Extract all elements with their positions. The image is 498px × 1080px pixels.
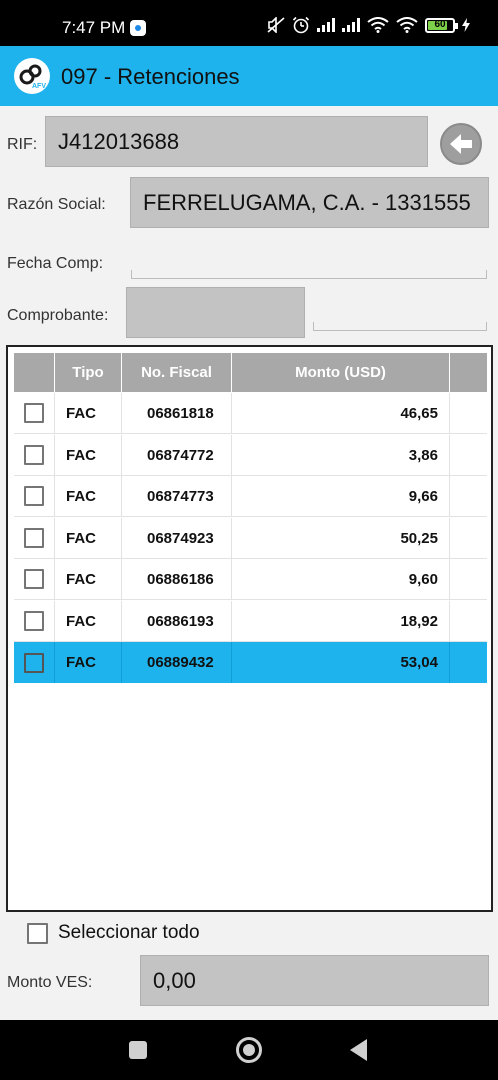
table-row-selected[interactable]: FAC 06889432 53,04 [14,642,487,683]
monto-ves-field[interactable]: 0,00 [140,955,489,1006]
select-all-label: Seleccionar todo [58,922,200,943]
row-checkbox[interactable] [24,528,44,548]
row-fiscal: 06874773 [122,476,232,516]
row-monto: 9,60 [232,559,450,599]
table-header: Tipo No. Fiscal Monto (USD) [14,353,487,392]
row-tipo: FAC [55,435,122,475]
battery-icon: 60 [425,17,458,33]
table-row[interactable]: FAC 06874773 9,66 [14,476,487,517]
fecha-comp-label: Fecha Comp: [7,255,104,272]
charging-icon [462,18,470,32]
row-tipo: FAC [55,601,122,641]
mute-icon [267,17,285,33]
row-checkbox[interactable] [24,569,44,589]
row-fiscal: 06886186 [122,559,232,599]
row-tipo: FAC [55,642,122,683]
row-monto: 46,65 [232,393,450,433]
monto-ves-label: Monto VES: [7,974,93,991]
back-button[interactable] [440,123,482,165]
row-tipo: FAC [55,559,122,599]
row-checkbox[interactable] [24,486,44,506]
status-time: 7:47 PM [62,18,126,37]
select-all[interactable]: Seleccionar todo [17,922,200,944]
arrow-left-icon [450,134,472,154]
table-row[interactable]: FAC 06874772 3,86 [14,435,487,476]
status-icons: 60 [267,16,470,34]
column-header-tipo: Tipo [55,353,122,392]
row-fiscal: 06874923 [122,518,232,558]
row-monto: 50,25 [232,518,450,558]
row-checkbox[interactable] [24,403,44,423]
signal-icon [342,18,360,32]
notification-dot-icon [130,20,146,36]
row-checkbox[interactable] [24,445,44,465]
row-tipo: FAC [55,393,122,433]
alarm-icon [292,16,310,34]
table-row[interactable]: FAC 06886193 18,92 [14,601,487,642]
row-fiscal: 06861818 [122,393,232,433]
column-header-extra [450,353,487,392]
table-row[interactable]: FAC 06874923 50,25 [14,518,487,559]
row-checkbox[interactable] [24,652,44,673]
row-monto: 53,04 [232,642,450,683]
razon-social-label: Razón Social: [7,196,106,213]
row-monto: 9,66 [232,476,450,516]
page-title: 097 - Retenciones [61,64,240,89]
row-fiscal: 06874772 [122,435,232,475]
logo-text: AFV [32,83,46,90]
row-tipo: FAC [55,518,122,558]
signal-icon [317,18,335,32]
column-header-fiscal: No. Fiscal [122,353,232,392]
back-icon[interactable] [350,1039,367,1061]
row-tipo: FAC [55,476,122,516]
rif-label: RIF: [7,136,38,153]
battery-level: 60 [434,18,446,30]
comprobante-label: Comprobante: [7,307,109,324]
row-fiscal: 06889432 [122,642,232,683]
row-checkbox[interactable] [24,611,44,631]
invoices-table[interactable]: Tipo No. Fiscal Monto (USD) FAC 06861818… [6,345,493,912]
wifi-icon [367,17,389,33]
recents-icon[interactable] [129,1041,147,1059]
fecha-comp-field[interactable] [131,270,487,279]
select-all-checkbox[interactable] [27,922,48,944]
razon-social-field[interactable]: FERRELUGAMA, C.A. - 1331555 [130,177,489,228]
rif-field[interactable]: J412013688 [45,116,428,167]
row-monto: 3,86 [232,435,450,475]
app-bar: AFV 097 - Retenciones [0,46,498,106]
column-header-monto: Monto (USD) [232,353,450,392]
row-fiscal: 06886193 [122,601,232,641]
comprobante-field[interactable] [126,287,305,338]
afv-logo-icon: AFV [14,58,50,94]
column-header-check [14,353,55,392]
table-row[interactable]: FAC 06886186 9,60 [14,559,487,600]
home-icon[interactable] [236,1037,262,1063]
navigation-bar [0,1020,498,1080]
row-monto: 18,92 [232,601,450,641]
hotspot-icon [396,17,418,33]
table-row[interactable]: FAC 06861818 46,65 [14,393,487,434]
status-bar: 7:47 PM 60 [0,0,498,46]
comprobante-secondary-field[interactable] [313,322,487,331]
